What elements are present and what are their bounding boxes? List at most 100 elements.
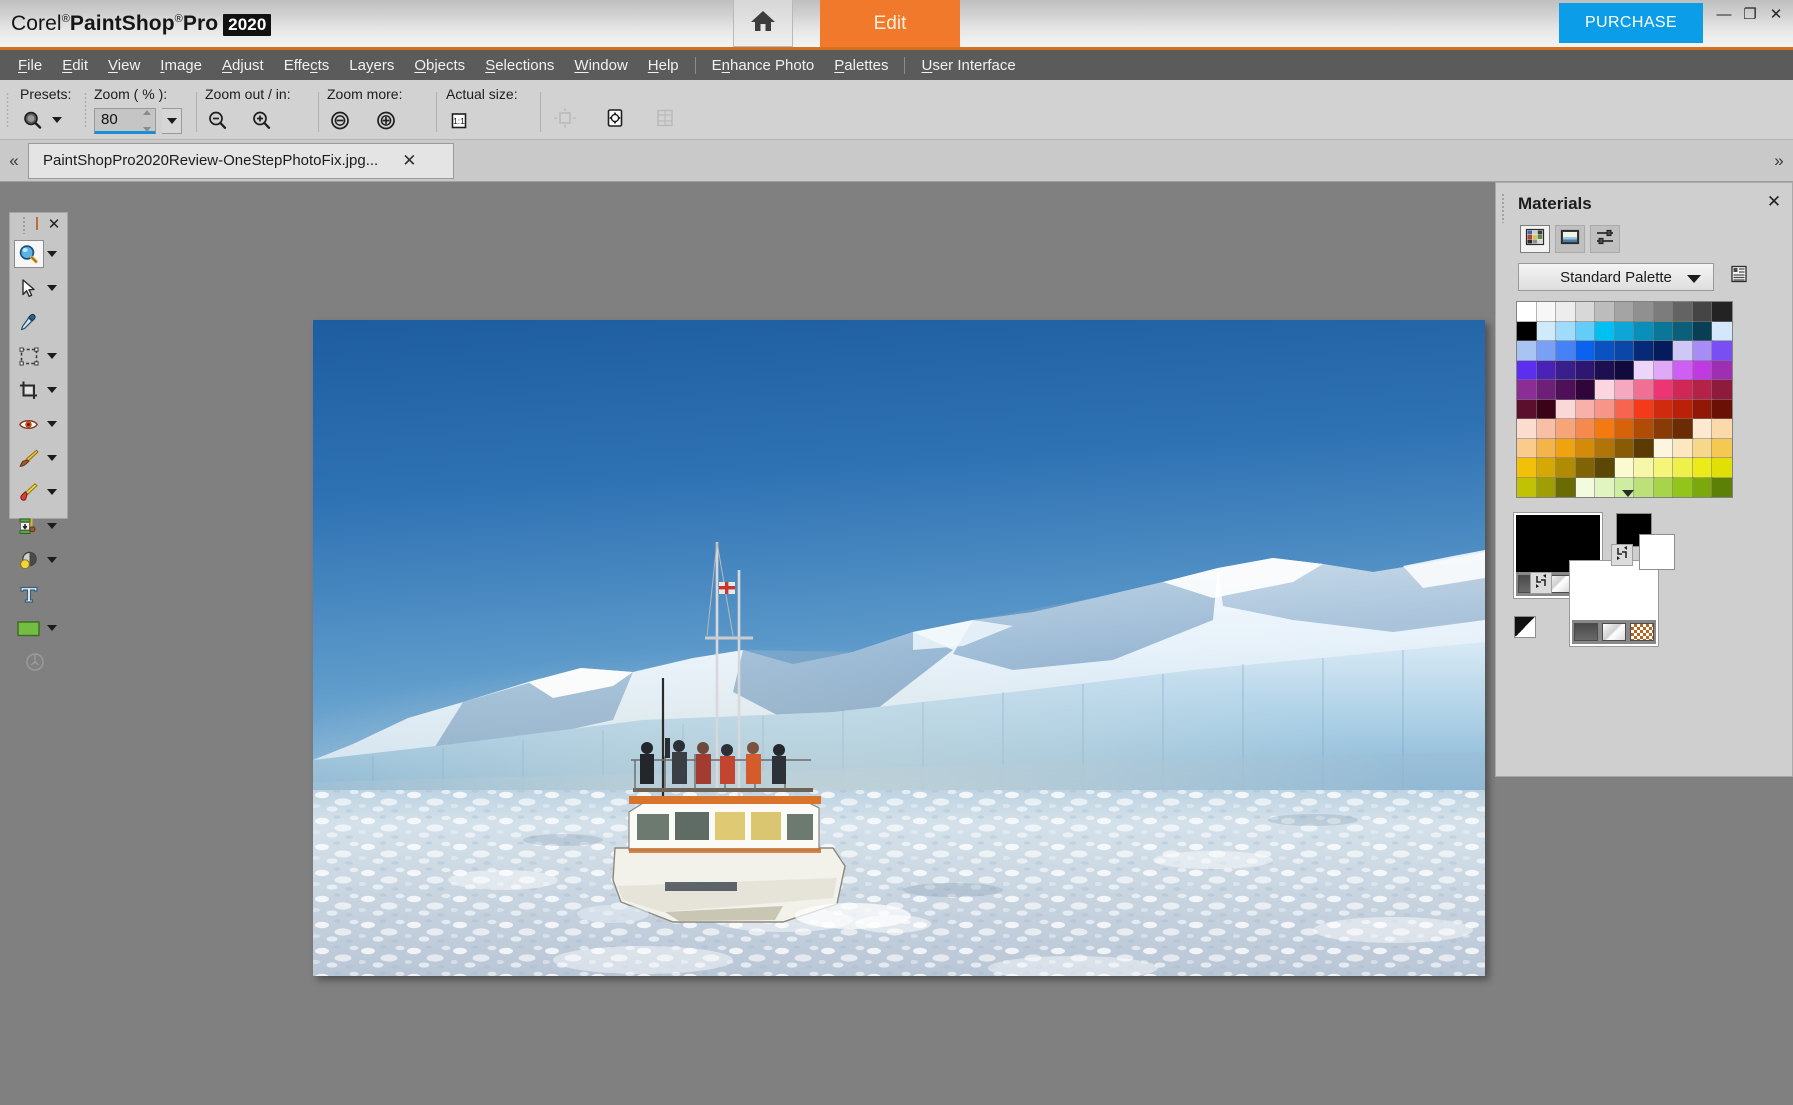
color-swatch[interactable] bbox=[1711, 301, 1733, 323]
fit-image-icon[interactable] bbox=[602, 106, 628, 130]
color-swatch[interactable] bbox=[1614, 457, 1635, 479]
tool-red-eye-flyout-caret[interactable] bbox=[47, 421, 57, 427]
tool-crop[interactable] bbox=[10, 373, 67, 407]
close-window-button[interactable]: ✕ bbox=[1763, 2, 1789, 26]
menu-item-effects[interactable]: Effects bbox=[274, 54, 340, 77]
color-swatch[interactable] bbox=[1594, 360, 1616, 381]
menu-item-view[interactable]: View bbox=[98, 54, 150, 77]
color-swatch[interactable] bbox=[1633, 360, 1655, 381]
menu-item-objects[interactable]: Objects bbox=[404, 54, 475, 77]
tool-crop-flyout-caret[interactable] bbox=[47, 387, 57, 393]
tab-scroll-left-button[interactable]: « bbox=[0, 140, 28, 182]
toolbar-grip-1[interactable] bbox=[6, 92, 9, 128]
color-swatch[interactable] bbox=[1575, 457, 1596, 479]
swap-colors-button-bottom[interactable] bbox=[1530, 572, 1552, 594]
color-swatch[interactable] bbox=[1692, 379, 1713, 401]
solid-color-icon[interactable] bbox=[1574, 623, 1598, 641]
tool-warp[interactable] bbox=[10, 645, 67, 679]
tool-text[interactable] bbox=[10, 577, 67, 611]
color-swatch[interactable] bbox=[1614, 301, 1635, 323]
color-swatch[interactable] bbox=[1692, 340, 1713, 362]
color-swatch[interactable] bbox=[1692, 360, 1713, 381]
color-swatch[interactable] bbox=[1594, 457, 1616, 479]
color-swatch[interactable] bbox=[1555, 360, 1577, 381]
color-swatch[interactable] bbox=[1711, 321, 1733, 342]
color-swatch[interactable] bbox=[1575, 399, 1596, 420]
color-swatch[interactable] bbox=[1672, 457, 1694, 479]
fit-to-window-icon[interactable] bbox=[552, 106, 578, 130]
zoom-in-more-icon[interactable] bbox=[373, 108, 399, 132]
materials-tab-sliders[interactable] bbox=[1590, 225, 1620, 253]
color-swatch[interactable] bbox=[1672, 340, 1694, 362]
color-swatch[interactable] bbox=[1555, 418, 1577, 440]
color-swatch[interactable] bbox=[1536, 379, 1557, 401]
image-canvas[interactable] bbox=[313, 320, 1485, 976]
color-swatch[interactable] bbox=[1711, 477, 1733, 498]
menu-item-image[interactable]: Image bbox=[150, 54, 212, 77]
color-swatch[interactable] bbox=[1633, 477, 1655, 498]
color-swatch[interactable] bbox=[1711, 360, 1733, 381]
materials-panel-close-button[interactable]: ✕ bbox=[1764, 192, 1784, 212]
zoom-preset-icon[interactable] bbox=[20, 108, 46, 132]
color-swatch[interactable] bbox=[1711, 457, 1733, 479]
tool-smudge[interactable] bbox=[10, 543, 67, 577]
color-swatch[interactable] bbox=[1594, 477, 1616, 498]
color-swatch[interactable] bbox=[1672, 321, 1694, 342]
color-swatch[interactable] bbox=[1672, 301, 1694, 323]
color-swatch[interactable] bbox=[1575, 477, 1596, 498]
color-swatch[interactable] bbox=[1653, 321, 1674, 342]
color-swatch[interactable] bbox=[1614, 360, 1635, 381]
color-swatch[interactable] bbox=[1516, 418, 1538, 440]
color-swatch[interactable] bbox=[1575, 360, 1596, 381]
color-swatch[interactable] bbox=[1516, 340, 1538, 362]
color-swatch[interactable] bbox=[1614, 321, 1635, 342]
tools-palette-grip[interactable] bbox=[22, 216, 26, 234]
color-swatch[interactable] bbox=[1633, 301, 1655, 323]
color-swatch[interactable] bbox=[1692, 399, 1713, 420]
color-swatch[interactable] bbox=[1653, 477, 1674, 498]
tool-shape-flyout-caret[interactable] bbox=[47, 625, 57, 631]
color-swatch[interactable] bbox=[1516, 438, 1538, 459]
palette-select[interactable]: Standard Palette bbox=[1518, 263, 1714, 291]
color-swatch[interactable] bbox=[1653, 438, 1674, 459]
menu-item-layers[interactable]: Layers bbox=[339, 54, 404, 77]
tool-smudge-flyout-caret[interactable] bbox=[47, 557, 57, 563]
tool-paint-brush[interactable] bbox=[10, 441, 67, 475]
tool-zoom[interactable] bbox=[10, 237, 67, 271]
tab-scroll-right-button[interactable]: » bbox=[1765, 140, 1793, 182]
tools-palette-close-button[interactable]: ✕ bbox=[45, 215, 63, 233]
color-swatch[interactable] bbox=[1594, 321, 1616, 342]
color-swatch[interactable] bbox=[1692, 321, 1713, 342]
color-swatch[interactable] bbox=[1633, 399, 1655, 420]
color-swatch[interactable] bbox=[1672, 438, 1694, 459]
color-swatch[interactable] bbox=[1672, 360, 1694, 381]
color-swatch[interactable] bbox=[1536, 438, 1557, 459]
tool-pick-flyout-caret[interactable] bbox=[47, 285, 57, 291]
color-swatch[interactable] bbox=[1575, 379, 1596, 401]
color-swatch[interactable] bbox=[1653, 379, 1674, 401]
swap-colors-button-top[interactable] bbox=[1611, 544, 1633, 566]
color-swatch[interactable] bbox=[1672, 418, 1694, 440]
color-swatch[interactable] bbox=[1672, 399, 1694, 420]
menu-item-edit[interactable]: Edit bbox=[52, 54, 98, 77]
background-material-box[interactable] bbox=[1569, 560, 1659, 647]
color-swatch[interactable] bbox=[1575, 340, 1596, 362]
zoom-stepper-up[interactable] bbox=[142, 110, 151, 115]
menu-item-selections[interactable]: Selections bbox=[475, 54, 564, 77]
color-swatch[interactable] bbox=[1536, 340, 1557, 362]
color-swatch[interactable] bbox=[1594, 399, 1616, 420]
color-swatch[interactable] bbox=[1536, 399, 1557, 420]
color-swatch[interactable] bbox=[1575, 321, 1596, 342]
color-swatch[interactable] bbox=[1633, 457, 1655, 479]
tool-red-eye[interactable] bbox=[10, 407, 67, 441]
materials-panel-grip[interactable] bbox=[1501, 193, 1505, 223]
tool-shape[interactable] bbox=[10, 611, 67, 645]
tool-paint-brush-flyout-caret[interactable] bbox=[47, 455, 57, 461]
color-swatch[interactable] bbox=[1711, 418, 1733, 440]
color-swatch[interactable] bbox=[1555, 379, 1577, 401]
menu-item-help[interactable]: Help bbox=[638, 54, 689, 77]
color-swatch[interactable] bbox=[1516, 477, 1538, 498]
zoom-out-more-icon[interactable] bbox=[327, 108, 353, 132]
color-swatch[interactable] bbox=[1692, 301, 1713, 323]
zoom-dropdown-button[interactable] bbox=[162, 108, 182, 134]
